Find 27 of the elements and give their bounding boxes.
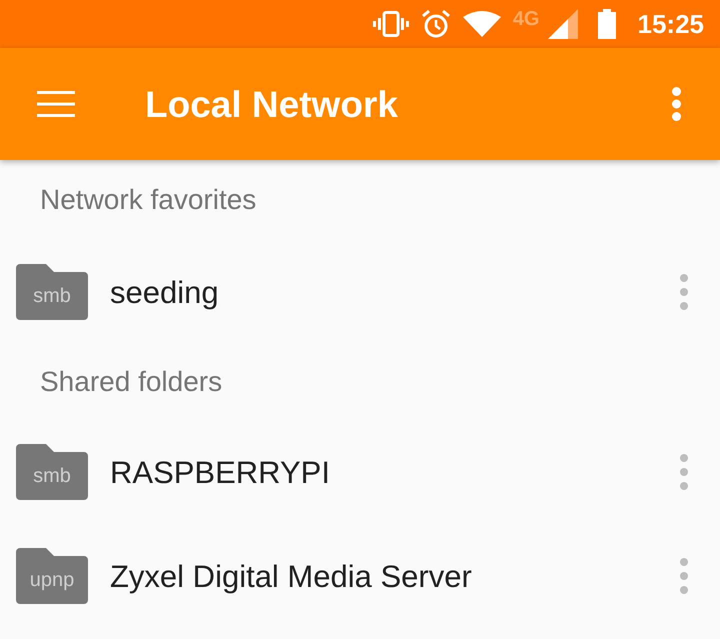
network-type-label: 4G	[512, 9, 540, 29]
section-header: Shared folders	[40, 368, 222, 396]
folder-name: Zyxel Digital Media Server	[110, 560, 472, 592]
folder-name: seeding	[110, 276, 219, 308]
app-bar-title: Local Network	[145, 86, 398, 122]
protocol-label: upnp	[30, 570, 74, 590]
folder-icon	[16, 264, 88, 320]
protocol-label: smb	[33, 286, 71, 306]
more-vertical-icon	[672, 87, 680, 121]
cellular-signal-icon	[548, 9, 578, 39]
folder-icon	[16, 548, 88, 604]
folder-list-item[interactable]: upnp Zyxel Digital Media Server	[0, 524, 720, 628]
folder-list-item[interactable]: smb RASPBERRYPI	[0, 420, 720, 524]
alarm-clock-icon	[420, 9, 451, 39]
clock-time: 15:25	[638, 11, 704, 37]
more-vertical-icon	[680, 274, 688, 310]
protocol-label: smb	[33, 466, 71, 486]
menu-icon	[37, 91, 75, 117]
battery-icon	[598, 9, 616, 39]
more-vertical-icon	[680, 558, 688, 594]
vibrate-icon	[372, 11, 409, 37]
more-vertical-icon	[680, 454, 688, 490]
section-header: Network favorites	[40, 186, 256, 214]
folder-name: RASPBERRYPI	[110, 456, 330, 488]
folder-icon	[16, 444, 88, 500]
wifi-icon	[462, 11, 501, 37]
folder-list-item[interactable]: smb seeding	[0, 240, 720, 344]
